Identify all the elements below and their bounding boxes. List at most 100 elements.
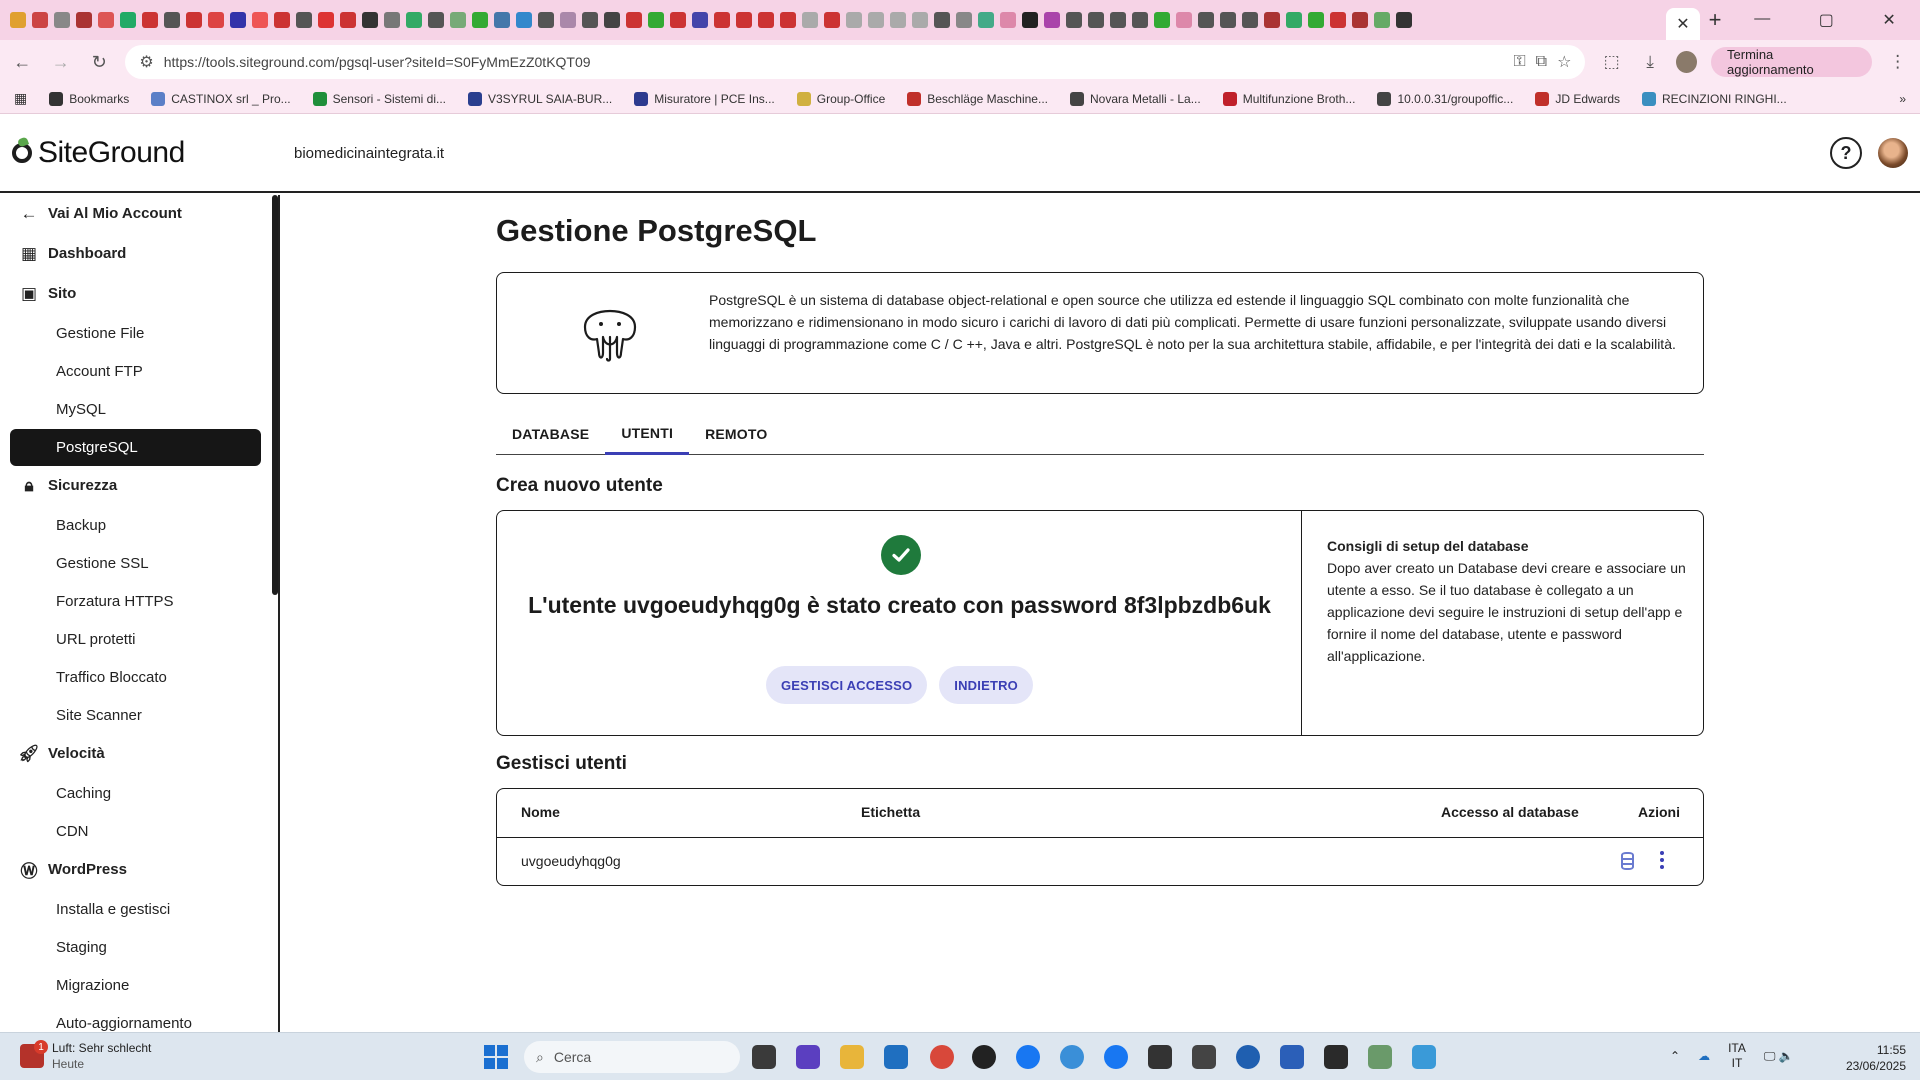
tab-favicon-icon[interactable] [472, 12, 488, 28]
sidebar-item-backup[interactable]: Backup [10, 507, 261, 544]
sidebar-item-url-protetti[interactable]: URL protetti [10, 621, 261, 658]
tab-favicon-icon[interactable] [142, 12, 158, 28]
tab-close-icon[interactable]: ✕ [1666, 8, 1700, 40]
tab-favicon-icon[interactable] [780, 12, 796, 28]
tab-favicon-icon[interactable] [1396, 12, 1412, 28]
tab-favicon-icon[interactable] [538, 12, 554, 28]
tab-favicon-icon[interactable] [1242, 12, 1258, 28]
tab-favicon-icon[interactable] [956, 12, 972, 28]
tab-favicon-icon[interactable] [1264, 12, 1280, 28]
sidebar-item-postgresql[interactable]: PostgreSQL [10, 429, 261, 466]
sidebar-item-migrazione[interactable]: Migrazione [10, 967, 261, 1004]
tab-favicon-icon[interactable] [98, 12, 114, 28]
sidebar-item-cdn[interactable]: CDN [10, 813, 261, 850]
store-app-icon[interactable] [796, 1045, 820, 1069]
tab-favicon-icon[interactable] [1154, 12, 1170, 28]
bookmark-item[interactable]: Multifunzione Broth... [1222, 91, 1355, 106]
tab-favicon-icon[interactable] [1352, 12, 1368, 28]
browser-menu-icon[interactable]: ⋮ [1886, 52, 1910, 72]
bookmark-item[interactable]: V3SYRUL SAIA-BUR... [468, 91, 612, 106]
user-avatar[interactable] [1878, 138, 1908, 168]
word-icon[interactable] [1280, 1045, 1304, 1069]
language-indicator[interactable]: ITA IT [1728, 1041, 1746, 1071]
tab-favicon-icon[interactable] [516, 12, 532, 28]
tab-favicon-icon[interactable] [802, 12, 818, 28]
facebook-icon-2[interactable] [1104, 1045, 1128, 1069]
tab-favicon-icon[interactable] [1330, 12, 1346, 28]
file-explorer-icon[interactable] [840, 1045, 864, 1069]
tab-favicon-icon[interactable] [692, 12, 708, 28]
tab-favicon-icon[interactable] [1000, 12, 1016, 28]
tab-favicon-icon[interactable] [428, 12, 444, 28]
manage-access-button[interactable]: GESTISCI ACCESSO [765, 666, 928, 704]
tab-favicon-icon[interactable] [120, 12, 136, 28]
bookmarks-overflow-icon[interactable]: » [1899, 92, 1906, 106]
tab-favicon-icon[interactable] [978, 12, 994, 28]
bookmark-item[interactable]: Group-Office [796, 91, 885, 106]
tab-favicon-icon[interactable] [868, 12, 884, 28]
tab-favicon-icon[interactable] [274, 12, 290, 28]
sidebar-item-velocit[interactable]: 🚀︎ Velocità [10, 735, 261, 772]
sidebar-item-auto-aggiornamento[interactable]: Auto-aggiornamento [10, 1005, 261, 1032]
tab-favicon-icon[interactable] [450, 12, 466, 28]
tab-favicon-icon[interactable] [32, 12, 48, 28]
tab-favicon-icon[interactable] [1110, 12, 1126, 28]
bookmark-item[interactable]: RECINZIONI RINGHI... [1642, 91, 1787, 106]
site-settings-icon[interactable]: ⚙ [139, 52, 153, 72]
minimize-icon[interactable]: — [1754, 10, 1770, 30]
tab-favicon-icon[interactable] [384, 12, 400, 28]
tab-favicon-icon[interactable] [340, 12, 356, 28]
onedrive-icon[interactable]: ☁ [1698, 1049, 1710, 1063]
back-to-account-link[interactable]: ← Vai Al Mio Account [10, 195, 261, 232]
tab-database[interactable]: DATABASE [496, 413, 605, 455]
help-icon[interactable]: ? [1830, 137, 1862, 169]
bookmark-item[interactable]: Sensori - Sistemi di... [312, 91, 446, 106]
bookmark-item[interactable]: Misuratore | PCE Ins... [634, 91, 775, 106]
tab-favicon-icon[interactable] [604, 12, 620, 28]
reload-icon[interactable]: ↻ [87, 52, 111, 73]
network-volume-icon[interactable]: 🖵 🔈 [1764, 1049, 1794, 1064]
tab-remoto[interactable]: REMOTO [689, 413, 783, 455]
tab-favicon-icon[interactable] [1132, 12, 1148, 28]
apps-grid-icon[interactable]: ▦ [14, 90, 27, 107]
weather-widget[interactable]: 1 Luft: Sehr schlecht Heute [20, 1040, 151, 1072]
tab-favicon-icon[interactable] [846, 12, 862, 28]
tab-favicon-icon[interactable] [406, 12, 422, 28]
tab-favicon-icon[interactable] [714, 12, 730, 28]
install-app-icon[interactable]: ⧉ [1536, 53, 1547, 71]
network-app-icon[interactable] [1368, 1045, 1392, 1069]
maximize-icon[interactable]: ▢ [1819, 10, 1834, 30]
tab-favicon-icon[interactable] [208, 12, 224, 28]
site-domain-selector[interactable]: biomedicinaintegrata.it [294, 145, 444, 162]
sidebar-item-dashboard[interactable]: ▦ Dashboard [10, 235, 261, 272]
tab-favicon-icon[interactable] [1220, 12, 1236, 28]
siteground-logo[interactable]: SiteGround [12, 136, 294, 170]
tab-favicon-icon[interactable] [296, 12, 312, 28]
tab-favicon-icon[interactable] [54, 12, 70, 28]
password-key-icon[interactable]: ⚿ [1513, 53, 1525, 71]
teamviewer-icon[interactable] [1236, 1045, 1260, 1069]
database-access-icon[interactable] [1621, 852, 1634, 870]
sidebar-item-wordpress[interactable]: Ⓦ WordPress [10, 851, 261, 888]
tab-favicon-icon[interactable] [186, 12, 202, 28]
terminal-icon[interactable] [1324, 1045, 1348, 1069]
tab-favicon-icon[interactable] [1044, 12, 1060, 28]
sidebar-item-mysql[interactable]: MySQL [10, 391, 261, 428]
tab-favicon-icon[interactable] [76, 12, 92, 28]
sidebar-item-gestione-file[interactable]: Gestione File [10, 315, 261, 352]
bookmark-star-icon[interactable]: ☆ [1557, 52, 1571, 72]
tab-favicon-icon[interactable] [582, 12, 598, 28]
tab-favicon-icon[interactable] [230, 12, 246, 28]
sidebar-item-gestione-ssl[interactable]: Gestione SSL [10, 545, 261, 582]
tab-favicon-icon[interactable] [252, 12, 268, 28]
tab-favicon-icon[interactable] [824, 12, 840, 28]
tab-favicon-icon[interactable] [10, 12, 26, 28]
tab-favicon-icon[interactable] [890, 12, 906, 28]
profile-avatar[interactable] [1676, 51, 1698, 73]
system-clock[interactable]: 11:55 23/06/2025 [1836, 1042, 1906, 1074]
tab-favicon-icon[interactable] [494, 12, 510, 28]
remote-desktop-icon[interactable] [1412, 1045, 1436, 1069]
close-window-icon[interactable]: ✕ [1882, 10, 1895, 30]
tab-favicon-icon[interactable] [1374, 12, 1390, 28]
bookmark-item[interactable]: JD Edwards [1535, 91, 1620, 106]
